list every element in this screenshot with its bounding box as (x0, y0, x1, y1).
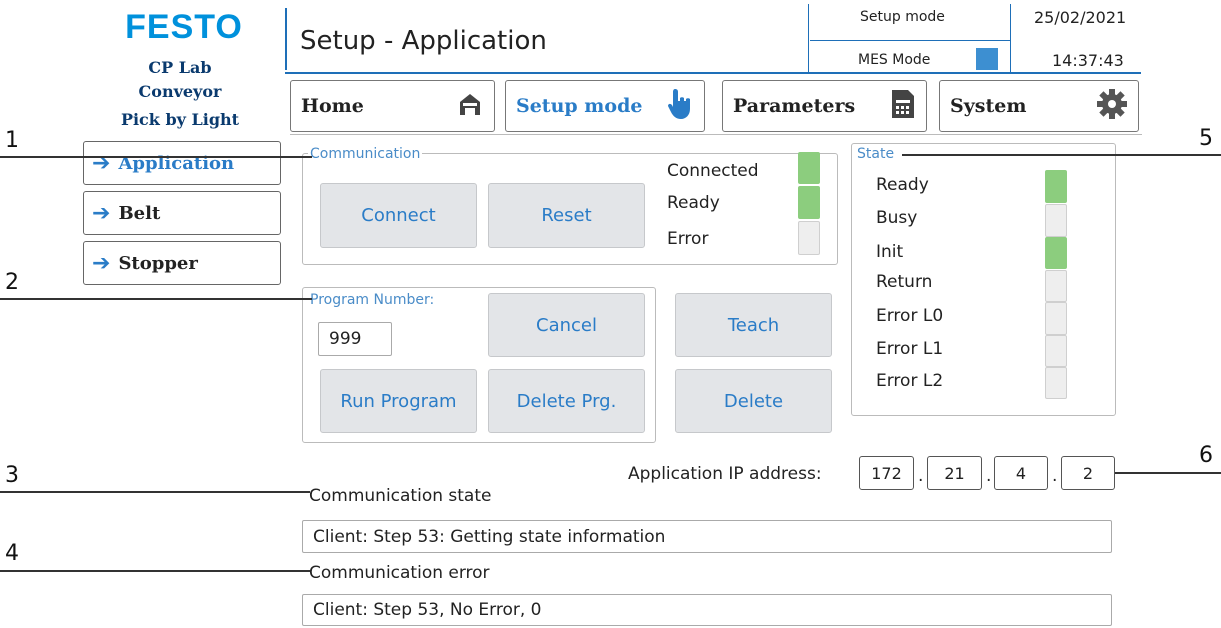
ready-label: Ready (667, 193, 720, 213)
callout-number: 6 (1199, 443, 1213, 468)
ready-lamp (798, 186, 820, 219)
callout-line (0, 491, 310, 493)
gear-icon (1096, 88, 1128, 125)
arrow-right-icon: ➔ (92, 250, 111, 276)
station-name-line2: Conveyor (138, 82, 222, 101)
ip-address-label: Application IP address: (628, 464, 822, 484)
state-label-error-l0: Error L0 (876, 306, 944, 326)
side-item-stopper[interactable]: ➔ Stopper (83, 241, 281, 285)
mes-mode-indicator[interactable] (976, 48, 998, 70)
home-button-label: Home (301, 95, 364, 117)
state-lamp-busy (1045, 204, 1067, 237)
connected-lamp (798, 152, 820, 184)
reset-button[interactable]: Reset (488, 183, 645, 248)
callout-number: 2 (5, 270, 19, 295)
ip-separator: . (986, 466, 992, 486)
connected-label: Connected (667, 161, 759, 181)
ip-octet-4[interactable]: 2 (1061, 456, 1115, 490)
state-label-init: Init (876, 242, 904, 262)
header-underline (285, 72, 1141, 74)
callout-line (0, 570, 310, 572)
setup-mode-button-label: Setup mode (516, 95, 643, 117)
side-item-label: Stopper (118, 252, 198, 274)
callout-line (0, 298, 312, 300)
setup-mode-button[interactable]: Setup mode (505, 80, 705, 132)
arrow-right-icon: ➔ (92, 150, 111, 176)
home-button[interactable]: Home (290, 80, 495, 132)
program-number-label: Program Number: (308, 292, 437, 308)
state-label-error-l1: Error L1 (876, 339, 944, 359)
state-lamp-init (1045, 237, 1067, 269)
callout-number: 4 (5, 541, 19, 566)
page-title: Setup - Application (300, 26, 547, 56)
system-button[interactable]: System (939, 80, 1139, 132)
arrow-right-icon: ➔ (92, 200, 111, 226)
state-label-return: Return (876, 272, 933, 292)
station-name-line3: Pick by Light (120, 110, 240, 129)
state-lamp-error-l0 (1045, 302, 1067, 335)
station-name-line1: CP Lab (148, 58, 212, 77)
communication-state-field: Client: Step 53: Getting state informati… (302, 520, 1112, 553)
nav-separator (290, 134, 1142, 135)
date-display: 25/02/2021 (1034, 8, 1127, 27)
communication-error-label: Communication error (309, 563, 490, 583)
callout-line (902, 154, 1221, 156)
parameters-button-label: Parameters (733, 95, 856, 117)
error-label: Error (667, 229, 709, 249)
state-group-title: State (855, 146, 897, 162)
state-label-ready: Ready (876, 175, 929, 195)
callout-line (0, 156, 312, 158)
communication-group-title: Communication (308, 146, 423, 162)
program-number-input[interactable]: 999 (318, 322, 392, 356)
header-subline (810, 40, 1010, 41)
teach-button[interactable]: Teach (675, 293, 832, 357)
side-item-application[interactable]: ➔ Application (83, 141, 281, 185)
run-program-button[interactable]: Run Program (320, 369, 477, 433)
ip-octet-2[interactable]: 21 (927, 456, 982, 490)
document-calculator-icon (890, 88, 916, 125)
parameters-button[interactable]: Parameters (722, 80, 927, 132)
header-divider-2 (808, 4, 809, 72)
ip-octet-3[interactable]: 4 (994, 456, 1048, 490)
header-divider (285, 8, 287, 70)
state-lamp-ready (1045, 170, 1067, 203)
callout-number: 1 (5, 128, 19, 153)
state-label-busy: Busy (876, 208, 918, 228)
delete-button[interactable]: Delete (675, 369, 832, 433)
state-lamp-error-l1 (1045, 335, 1067, 367)
hand-pointer-icon (666, 87, 694, 126)
system-button-label: System (950, 95, 1027, 117)
connect-button[interactable]: Connect (320, 183, 477, 248)
communication-state-label: Communication state (309, 486, 492, 506)
ip-separator: . (918, 466, 924, 486)
cancel-button[interactable]: Cancel (488, 293, 645, 357)
ip-octet-1[interactable]: 172 (859, 456, 914, 490)
side-item-belt[interactable]: ➔ Belt (83, 191, 281, 235)
communication-error-field: Client: Step 53, No Error, 0 (302, 594, 1112, 626)
state-lamp-return (1045, 270, 1067, 302)
mode-indicator: Setup mode (860, 9, 945, 25)
header-divider-3 (1010, 4, 1011, 72)
callout-line (1115, 472, 1221, 474)
state-label-error-l2: Error L2 (876, 371, 944, 391)
delete-program-button[interactable]: Delete Prg. (488, 369, 645, 433)
side-item-label: Belt (118, 202, 161, 224)
callout-number: 3 (5, 463, 19, 488)
state-lamp-error-l2 (1045, 367, 1067, 399)
festo-logo: FESTO (125, 8, 243, 46)
error-lamp (798, 221, 820, 255)
home-icon (456, 90, 484, 123)
ip-separator: . (1052, 466, 1058, 486)
mes-mode-label: MES Mode (858, 52, 931, 68)
time-display: 14:37:43 (1052, 51, 1124, 70)
callout-number: 5 (1199, 126, 1213, 151)
